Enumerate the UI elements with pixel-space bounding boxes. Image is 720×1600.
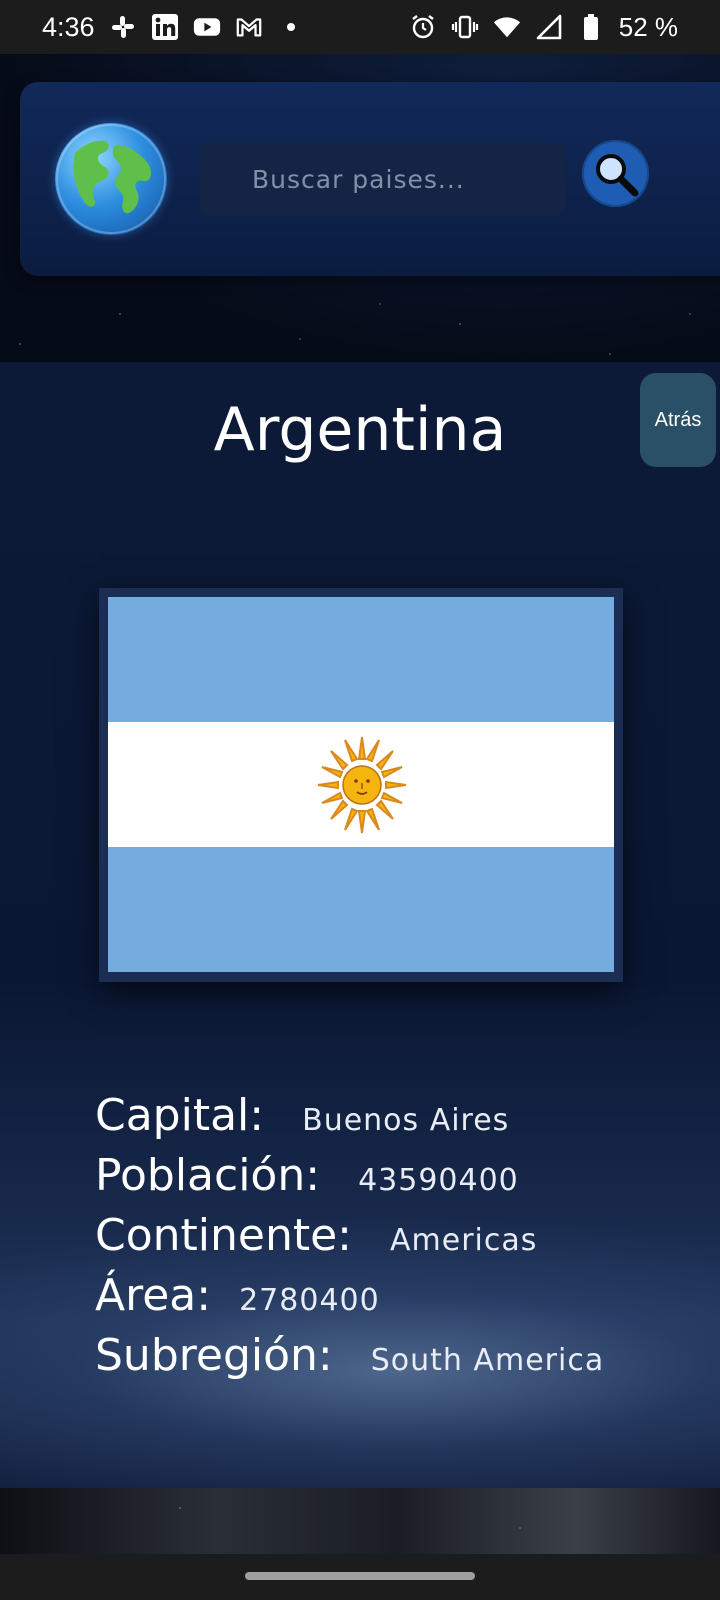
alarm-icon [409,13,437,41]
footer-background [0,1488,720,1554]
globe-icon [55,123,167,235]
info-row-continent: Continente: Americas [95,1210,695,1270]
battery-percent: 52 % [618,11,678,42]
linkedin-icon [151,13,179,41]
info-label: Capital: [95,1090,265,1141]
info-row-capital: Capital: Buenos Aires [95,1090,695,1150]
status-time: 4:36 [42,11,95,42]
info-label: Subregión: [95,1330,333,1381]
youtube-icon [193,13,221,41]
info-label: Población: [95,1150,321,1201]
search-icon [595,153,638,196]
info-row-population: Población: 43590400 [95,1150,695,1210]
info-row-area: Área: 2780400 [95,1270,695,1330]
info-value: 43590400 [358,1163,519,1198]
info-label: Área: [95,1270,212,1321]
status-left: 4:36 [42,12,305,43]
signal-icon [535,13,563,41]
country-info-list: Capital: Buenos Aires Población: 4359040… [95,1090,695,1390]
wifi-icon [493,13,521,41]
info-row-subregion: Subregión: South America [95,1330,695,1390]
info-value: Americas [390,1223,538,1258]
search-button[interactable] [582,140,649,207]
gmail-icon [235,13,263,41]
sun-of-may-icon [317,736,407,834]
slack-icon [109,13,137,41]
info-label: Continente: [95,1210,352,1261]
flag-stripe-bottom [108,847,614,972]
vibrate-icon [451,13,479,41]
info-value: Buenos Aires [302,1103,510,1138]
battery-icon [577,13,605,41]
info-value: South America [370,1343,605,1378]
search-input[interactable] [200,143,565,216]
dot-icon [277,13,305,41]
status-right: 52 % [409,12,678,43]
home-indicator[interactable] [245,1572,475,1580]
country-flag [108,597,614,972]
country-name: Argentina [213,395,507,465]
info-value: 2780400 [239,1283,380,1318]
flag-stripe-top [108,597,614,722]
status-bar: 4:36 52 % [0,0,720,54]
